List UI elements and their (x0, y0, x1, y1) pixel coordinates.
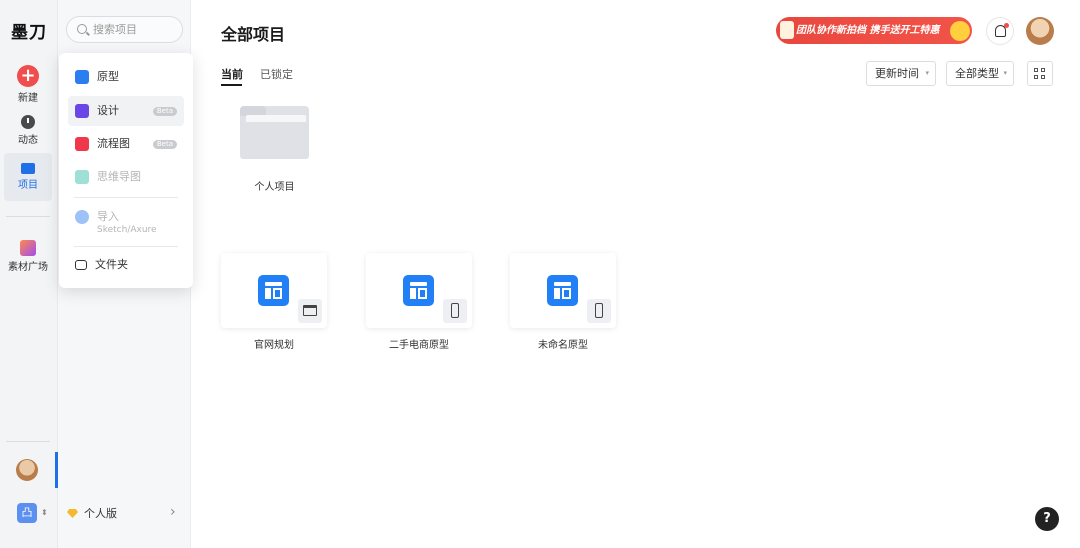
flowchart-icon (75, 137, 89, 151)
phone-icon (587, 299, 611, 323)
project-card[interactable] (510, 253, 616, 328)
prototype-icon (547, 275, 578, 306)
rail-item-materials[interactable]: 素材广场 (4, 232, 52, 278)
mindmap-icon (75, 170, 89, 184)
menu-item-folder[interactable]: 文件夹 (68, 250, 184, 280)
search-placeholder: 搜索项目 (93, 23, 137, 36)
project-card[interactable] (366, 253, 472, 328)
prototype-icon (258, 275, 289, 306)
app-logo: 墨刀 (11, 23, 47, 43)
menu-item-label: 流程图 (97, 137, 130, 150)
help-button[interactable]: ? (1035, 507, 1059, 531)
page-title: 全部项目 (221, 25, 286, 44)
tab-current[interactable]: 当前 (221, 66, 243, 82)
diamond-icon (67, 509, 78, 518)
material-icon (20, 240, 36, 256)
tab-locked[interactable]: 已锁定 (260, 66, 293, 82)
left-rail: 墨刀 + 新建 动态 项目 素材广场 凸 ⬍ (0, 0, 58, 548)
menu-item-prototype[interactable]: 原型 (68, 62, 184, 92)
pen-icon (75, 104, 89, 118)
rail-item-new[interactable]: + 新建 (4, 59, 52, 105)
menu-item-label: 文件夹 (95, 258, 128, 271)
promo-banner-text: 团队协作新拍档 携手送开工特惠 (796, 25, 940, 36)
desktop-icon (298, 299, 322, 323)
project-name: 官网规划 (254, 340, 294, 351)
menu-item-label: 导入 (97, 210, 119, 223)
search-icon (77, 24, 87, 34)
menu-item-label: 设计 (97, 104, 119, 117)
promo-banner[interactable]: 团队协作新拍档 携手送开工特惠 (776, 17, 972, 44)
sort-select[interactable]: 更新时间 ▾ (866, 61, 936, 86)
gift-icon (780, 21, 794, 39)
rail-item-label: 动态 (18, 135, 38, 146)
notification-button[interactable] (986, 17, 1014, 45)
folder-icon (21, 163, 35, 174)
rail-item-label: 新建 (18, 93, 38, 104)
menu-item-design[interactable]: 设计 Beta (68, 96, 184, 126)
coin-icon (950, 21, 970, 41)
prototype-icon (403, 275, 434, 306)
sort-value: 更新时间 (875, 67, 919, 80)
phone-icon (443, 299, 467, 323)
rail-item-label: 素材广场 (8, 262, 48, 273)
rail-item-label: 项目 (18, 180, 38, 191)
rail-item-projects[interactable]: 项目 (4, 153, 52, 201)
caret-down-icon: ▾ (925, 69, 929, 77)
team-icon[interactable]: 凸 (17, 503, 37, 523)
menu-item-sublabel: Sketch/Axure (97, 225, 157, 235)
grid-view-button[interactable] (1027, 61, 1053, 86)
chevron-right-icon[interactable]: › (170, 504, 176, 520)
menu-item-label: 原型 (97, 70, 119, 83)
project-card[interactable] (221, 253, 327, 328)
plan-selector[interactable]: 个人版 (67, 505, 117, 521)
type-select[interactable]: 全部类型 ▾ (946, 61, 1014, 86)
grid-icon (1034, 68, 1038, 72)
menu-item-label: 思维导图 (97, 170, 141, 183)
main-content: 全部项目 团队协作新拍档 携手送开工特惠 当前 已锁定 更新时间 ▾ 全部类型 … (192, 0, 1080, 548)
type-value: 全部类型 (955, 67, 999, 80)
avatar[interactable] (16, 459, 38, 481)
user-avatar[interactable] (1026, 17, 1054, 45)
rail-divider (6, 216, 50, 217)
caret-down-icon: ▾ (1003, 69, 1007, 77)
folder-label: 个人项目 (254, 182, 295, 193)
project-name: 未命名原型 (538, 340, 588, 351)
beta-badge: Beta (152, 107, 177, 116)
tab-underline (221, 84, 242, 86)
notification-dot (1004, 23, 1009, 28)
menu-item-mindmap: 思维导图 (68, 162, 184, 192)
clock-icon (21, 115, 35, 129)
create-menu: 原型 设计 Beta 流程图 Beta 思维导图 导入 Sketch/Axure… (59, 53, 193, 288)
search-input[interactable]: 搜索项目 (66, 16, 183, 43)
folder-personal[interactable] (240, 106, 309, 159)
plan-label: 个人版 (84, 507, 117, 520)
prototype-icon (75, 70, 89, 84)
plus-icon: + (17, 65, 39, 87)
project-name: 二手电商原型 (389, 340, 449, 351)
menu-divider (74, 197, 178, 198)
rail-divider (6, 441, 50, 442)
beta-badge: Beta (152, 140, 177, 149)
rail-item-activity[interactable]: 动态 (4, 107, 52, 153)
menu-item-flowchart[interactable]: 流程图 Beta (68, 129, 184, 159)
switch-team-icon[interactable]: ⬍ (41, 508, 48, 517)
import-icon (75, 210, 89, 224)
menu-divider (74, 246, 178, 247)
folder-outline-icon (75, 260, 87, 270)
